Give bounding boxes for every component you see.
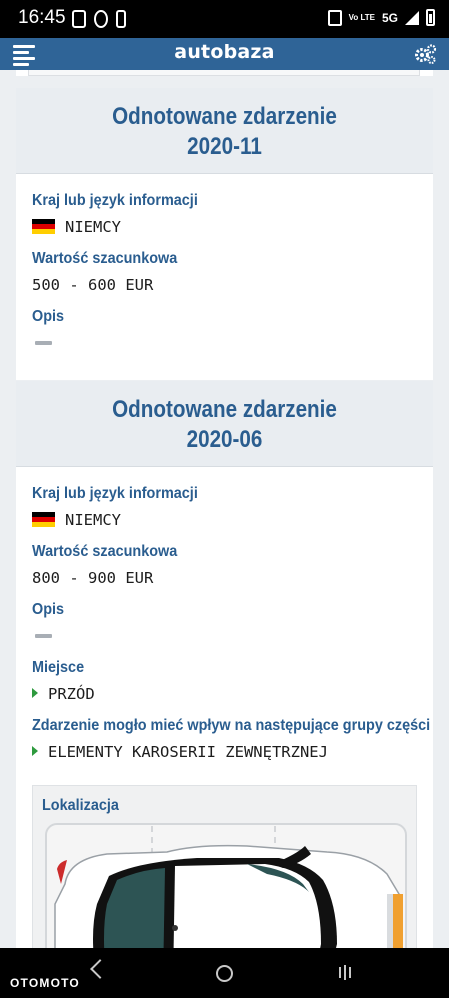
place-label: Miejsce [32, 659, 85, 676]
estimate-value: 500 - 600 EUR [32, 276, 154, 294]
camera-notification-icon [94, 10, 108, 28]
event-card-header: Odnotowane zdarzenie 2020-06 [16, 381, 433, 467]
autobaza-logo[interactable]: autobaza [0, 41, 449, 63]
triangle-bullet-icon [32, 688, 38, 698]
home-icon[interactable] [216, 965, 233, 982]
event-card-header: Odnotowane zdarzenie 2020-11 [16, 88, 433, 174]
estimate-label: Wartość szacunkowa [32, 250, 178, 267]
notification-icon [72, 10, 86, 28]
volte-icon: Vo LTE [348, 12, 375, 22]
empty-dash-icon [35, 634, 52, 638]
location-box: Lokalizacja [32, 785, 417, 948]
country-value: NIEMCY [32, 507, 433, 535]
report-content[interactable]: Odnotowane zdarzenie 2020-11 Kraj lub ję… [0, 70, 449, 948]
otomoto-brand: OTOMOTO [10, 976, 80, 990]
status-time: 16:45 [18, 7, 66, 28]
phone-notification-icon [116, 10, 126, 28]
parts-value: ELEMENTY KAROSERII ZEWNĘTRZNEJ [22, 739, 433, 767]
estimate-value: 800 - 900 EUR [32, 569, 154, 587]
notification-icons [72, 10, 126, 28]
app-header: autobaza [0, 38, 449, 70]
event-date: 2020-06 [186, 426, 263, 453]
place-value: PRZÓD [22, 681, 433, 709]
event-card-2020-11: Odnotowane zdarzenie 2020-11 Kraj lub ję… [16, 88, 433, 380]
battery-icon [426, 9, 435, 26]
event-card-2020-06: Odnotowane zdarzenie 2020-06 Kraj lub ję… [16, 381, 433, 948]
parts-label: Zdarzenie mogło mieć wpływ na następując… [32, 717, 431, 734]
empty-dash-icon [35, 341, 52, 345]
location-label: Lokalizacja [42, 797, 119, 814]
network-type: 5G [381, 10, 398, 25]
description-empty [32, 623, 433, 651]
country-value: NIEMCY [32, 214, 433, 242]
description-label: Opis [32, 601, 65, 618]
event-date: 2020-11 [187, 133, 262, 160]
nfc-icon [327, 9, 342, 26]
settings-gears-icon[interactable] [413, 43, 437, 65]
triangle-bullet-icon [32, 746, 38, 756]
recent-apps-icon[interactable] [339, 965, 351, 980]
system-icons: Vo LTE 5G [327, 9, 435, 26]
back-icon[interactable] [90, 959, 110, 979]
germany-flag-icon [32, 512, 55, 527]
description-label: Opis [32, 308, 65, 325]
country-label: Kraj lub język informacji [32, 192, 198, 209]
signal-icon [405, 10, 419, 25]
germany-flag-icon [32, 219, 55, 234]
status-bar: 16:45 Vo LTE 5G [0, 0, 449, 38]
event-title: Odnotowane zdarzenie [112, 103, 337, 130]
car-damage-diagram [54, 826, 403, 948]
system-nav-bar: OTOMOTO [0, 948, 449, 998]
previous-card-inner [28, 70, 420, 76]
country-label: Kraj lub język informacji [32, 485, 198, 502]
event-title: Odnotowane zdarzenie [112, 396, 337, 423]
description-empty [32, 330, 433, 358]
estimate-label: Wartość szacunkowa [32, 543, 178, 560]
